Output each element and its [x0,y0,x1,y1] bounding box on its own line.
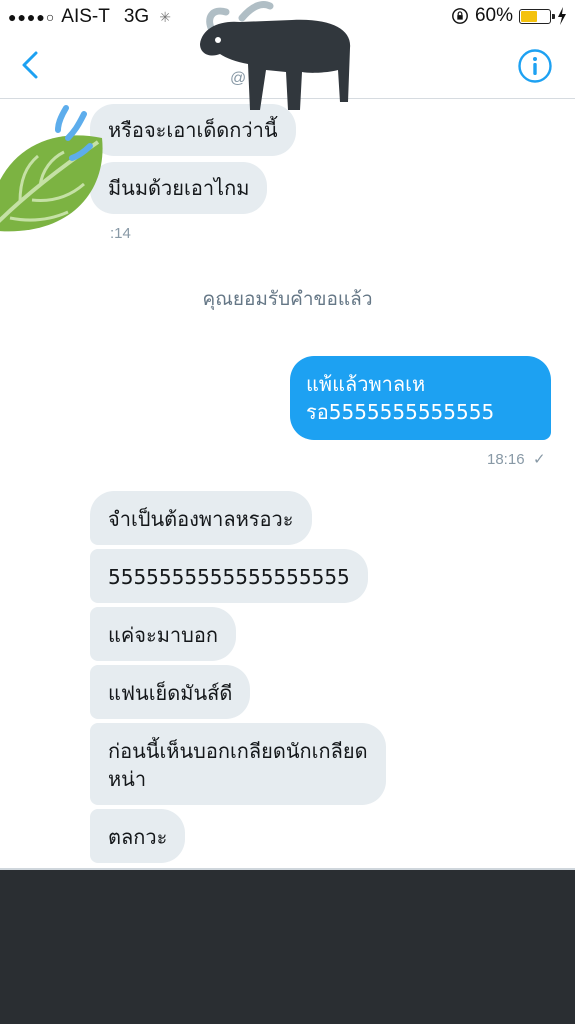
bottom-overlay [0,870,575,1024]
message-incoming[interactable]: จำเป็นต้องพาลหรอวะ [90,491,312,545]
activity-spinner-icon: ✳ [159,8,171,25]
network-type: 3G [123,6,150,27]
battery-icon [519,8,555,24]
message-incoming[interactable]: ตลกวะ [90,809,186,863]
bull-sticker-icon [200,1,351,110]
status-left: ●●●●○ AIS-T 3G ✳ [8,6,171,28]
message-incoming[interactable]: 5555555555555555555 [90,549,368,603]
message-incoming[interactable]: แค่จะมาบอก [90,607,236,661]
battery-fill [521,10,537,22]
charging-bolt-icon [558,7,566,25]
delivered-check-icon: ✓ [533,451,546,468]
carrier-name: AIS-T [61,6,110,27]
request-accepted-note: คุณยอมรับคำขอแล้ว [202,288,373,310]
status-right: 60% [451,5,567,27]
leaf-sticker-icon [0,105,103,232]
message-outgoing[interactable]: แพ้แล้วพาลเห รอ5555555555555 [290,356,551,440]
message-incoming[interactable]: แฟนเย็ดมันส์ดี [90,665,251,719]
chevron-left-icon[interactable] [14,48,48,82]
message-timestamp: 18:16 [487,451,525,468]
battery-percent: 60% [474,5,513,26]
orientation-lock-icon [452,8,468,24]
signal-strength: ●●●●○ [8,9,56,25]
message-incoming[interactable]: ก่อนนี้เห็นบอกเกลียดนักเกลียด หน่า [90,723,386,805]
info-icon[interactable] [517,48,553,84]
